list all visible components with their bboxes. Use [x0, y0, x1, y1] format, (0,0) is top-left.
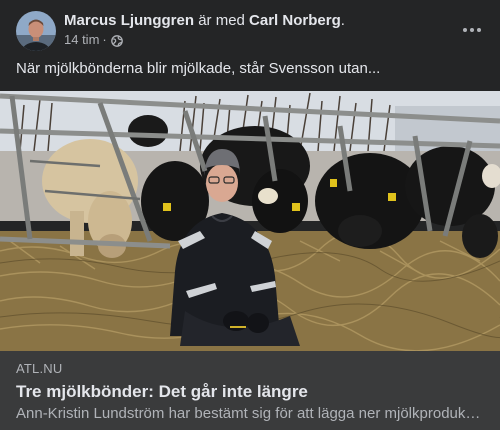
tagged-name[interactable]: Carl Norberg	[249, 12, 341, 29]
with-text: är med	[198, 12, 245, 29]
post-header: Marcus Ljunggren är med Carl Norberg. 14…	[16, 11, 484, 51]
more-options-icon[interactable]	[454, 18, 490, 42]
post-time[interactable]: 14 tim	[64, 31, 99, 49]
link-preview[interactable]: ATL.NU Tre mjölkbönder: Det går inte län…	[0, 351, 500, 430]
author-name[interactable]: Marcus Ljunggren	[64, 12, 194, 29]
post-text: När mjölkbönderna blir mjölkade, står Sv…	[16, 60, 381, 77]
author-avatar[interactable]	[16, 11, 56, 51]
feed-post: Marcus Ljunggren är med Carl Norberg. 14…	[0, 0, 500, 430]
post-attribution: Marcus Ljunggren är med Carl Norberg.	[64, 11, 345, 30]
post-photo[interactable]	[0, 91, 500, 351]
period: .	[340, 12, 345, 29]
post-subline: 14 tim ·	[64, 31, 345, 49]
separator-dot: ·	[102, 32, 107, 47]
post-meta: Marcus Ljunggren är med Carl Norberg. 14…	[64, 11, 345, 49]
globe-icon[interactable]	[110, 34, 123, 47]
link-description: Ann-Kristin Lundström har bestämt sig fö…	[16, 405, 484, 422]
link-domain: ATL.NU	[16, 361, 63, 376]
link-title[interactable]: Tre mjölkbönder: Det går inte längre	[16, 381, 484, 403]
